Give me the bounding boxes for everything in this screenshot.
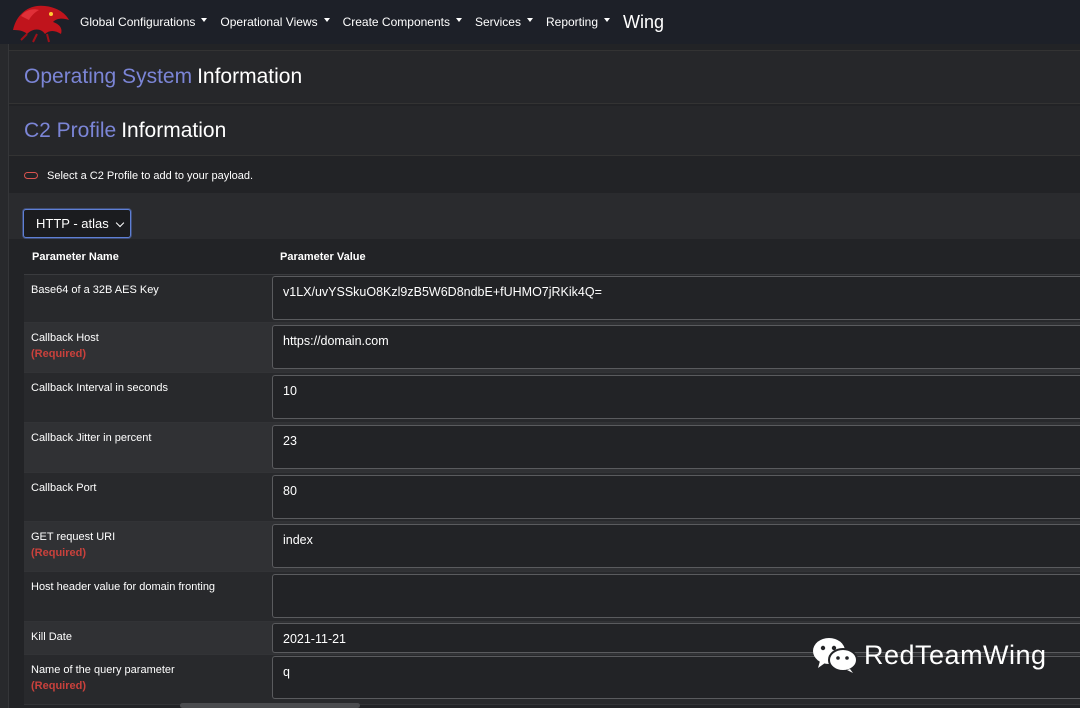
param-value-input[interactable]: https://domain.com bbox=[272, 325, 1080, 369]
param-name: Callback Port bbox=[31, 482, 97, 494]
header-parameter-value: Parameter Value bbox=[280, 250, 366, 263]
param-value-cell: index bbox=[272, 522, 1080, 571]
param-value-cell: v1LX/uvYSSkuO8Kzl9zB5W6D8ndbE+fUHMO7jRKi… bbox=[272, 275, 1080, 322]
dragon-logo-icon[interactable] bbox=[0, 0, 80, 44]
table-row: Callback Jitter in percent 23 bbox=[24, 423, 1080, 473]
required-label: (Required) bbox=[31, 547, 86, 559]
param-name-cell: GET request URI (Required) bbox=[24, 522, 272, 571]
param-name-cell: Callback Port bbox=[24, 473, 272, 521]
select-value: HTTP - atlas bbox=[36, 216, 109, 231]
param-value-input[interactable]: 10 bbox=[272, 375, 1080, 419]
param-value-input[interactable]: index bbox=[272, 524, 1080, 568]
nav-create-components[interactable]: Create Components bbox=[343, 15, 462, 29]
nav-reporting[interactable]: Reporting bbox=[545, 15, 611, 29]
required-label: (Required) bbox=[31, 680, 86, 692]
nav-label: Operational Views bbox=[220, 15, 318, 29]
watermark-text: RedTeamWing bbox=[864, 639, 1047, 670]
param-name: Callback Jitter in percent bbox=[31, 432, 152, 444]
c2-title-rest: Information bbox=[121, 118, 227, 142]
param-value-cell: 23 bbox=[272, 423, 1080, 472]
param-name: Host header value for domain fronting bbox=[31, 581, 216, 593]
param-value-input[interactable]: 80 bbox=[272, 475, 1080, 519]
param-name-cell: Host header value for domain fronting bbox=[24, 572, 272, 621]
table-row: Base64 of a 32B AES Key v1LX/uvYSSkuO8Kz… bbox=[24, 275, 1080, 323]
profile-select-area: HTTP - atlas bbox=[9, 193, 1080, 239]
table-row: GET request URI (Required) index bbox=[24, 522, 1080, 572]
nav-global-configurations[interactable]: Global Configurations bbox=[80, 15, 208, 29]
os-section-header: Operating System Information bbox=[9, 50, 1080, 104]
c2-section-header: C2 Profile Information bbox=[9, 106, 1080, 156]
param-name-cell: Name of the query parameter (Required) bbox=[24, 655, 272, 704]
param-name: Kill Date bbox=[31, 631, 72, 643]
param-name: GET request URI bbox=[31, 531, 116, 543]
header-parameter-name: Parameter Name bbox=[32, 250, 119, 263]
param-name-cell: Callback Jitter in percent bbox=[24, 423, 272, 472]
status-pill-icon bbox=[24, 172, 38, 179]
os-section-title: Operating System Information bbox=[24, 65, 302, 89]
nav-label: Create Components bbox=[342, 15, 450, 29]
watermark: RedTeamWing bbox=[812, 636, 1047, 674]
caret-down-icon bbox=[323, 18, 330, 22]
c2-profile-note: Select a C2 Profile to add to your paylo… bbox=[9, 158, 1080, 193]
table-row: Callback Port 80 bbox=[24, 473, 1080, 522]
table-row: Host header value for domain fronting bbox=[24, 572, 1080, 622]
os-title-accent: Operating System bbox=[24, 65, 193, 88]
param-value-input[interactable]: 23 bbox=[272, 425, 1080, 469]
table-row: Callback Interval in seconds 10 bbox=[24, 373, 1080, 423]
param-name-cell: Callback Host (Required) bbox=[24, 323, 272, 372]
brand-title[interactable]: Wing bbox=[623, 12, 664, 33]
param-name-cell: Callback Interval in seconds bbox=[24, 373, 272, 422]
c2-profile-select[interactable]: HTTP - atlas bbox=[23, 209, 131, 238]
c2-section-title: C2 Profile Information bbox=[24, 119, 226, 143]
os-title-rest: Information bbox=[197, 65, 303, 88]
chevron-down-icon bbox=[115, 218, 125, 228]
horizontal-scrollbar[interactable] bbox=[180, 703, 360, 708]
param-value-cell bbox=[272, 572, 1080, 621]
param-value-cell: 10 bbox=[272, 373, 1080, 422]
table-header: Parameter Name Parameter Value bbox=[24, 239, 1080, 275]
param-name-cell: Base64 of a 32B AES Key bbox=[24, 275, 272, 322]
param-name: Callback Interval in seconds bbox=[31, 382, 168, 394]
left-gutter bbox=[0, 44, 9, 708]
param-value-input[interactable]: v1LX/uvYSSkuO8Kzl9zB5W6D8ndbE+fUHMO7jRKi… bbox=[272, 276, 1080, 320]
nav-label: Global Configurations bbox=[80, 15, 196, 29]
required-label: (Required) bbox=[31, 348, 86, 360]
nav-label: Reporting bbox=[545, 15, 599, 29]
param-value-input[interactable] bbox=[272, 574, 1080, 618]
c2-title-accent: C2 Profile bbox=[24, 118, 117, 142]
nav-label: Services bbox=[474, 15, 521, 29]
note-text: Select a C2 Profile to add to your paylo… bbox=[47, 169, 254, 182]
top-navbar: Global Configurations Operational Views … bbox=[0, 0, 1080, 44]
param-name: Callback Host bbox=[31, 332, 99, 344]
caret-down-icon bbox=[604, 18, 611, 22]
nav-services[interactable]: Services bbox=[475, 15, 533, 29]
caret-down-icon bbox=[201, 18, 208, 22]
caret-down-icon bbox=[526, 18, 533, 22]
caret-down-icon bbox=[455, 18, 462, 22]
param-name-cell: Kill Date bbox=[24, 622, 272, 654]
param-name: Name of the query parameter bbox=[31, 664, 175, 676]
param-value-cell: https://domain.com bbox=[272, 323, 1080, 372]
param-name: Base64 of a 32B AES Key bbox=[31, 284, 159, 296]
table-row: Callback Host (Required) https://domain.c… bbox=[24, 323, 1080, 373]
wechat-icon bbox=[813, 638, 858, 673]
param-value-cell: 80 bbox=[272, 473, 1080, 521]
nav-operational-views[interactable]: Operational Views bbox=[220, 15, 330, 29]
